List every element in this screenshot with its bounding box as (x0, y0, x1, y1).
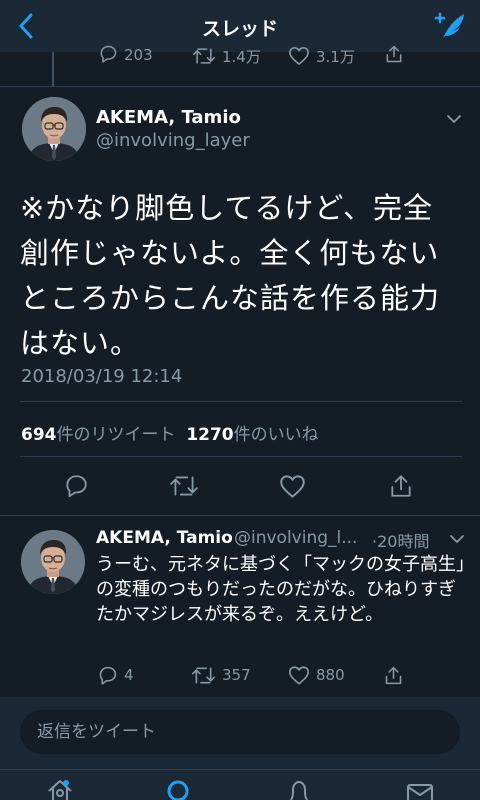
back-arrow-icon (19, 13, 33, 39)
tweet-options-button[interactable] (443, 110, 465, 128)
reply-icon (99, 666, 117, 685)
thread-connector-line (52, 52, 54, 86)
divider (0, 86, 480, 87)
notifications-icon (290, 780, 308, 800)
chevron-down-icon (450, 535, 464, 543)
search-icon (167, 780, 189, 800)
reply-options-button[interactable] (446, 530, 468, 548)
author-handle[interactable]: @involving_layer (96, 130, 250, 151)
retweet-count-label: 件のリツイート (56, 425, 176, 445)
home-icon (48, 780, 72, 800)
reply-retweet-count: 357 (222, 666, 251, 684)
previous-like-count: 3.1万 (316, 48, 355, 66)
reply-button[interactable] (54, 464, 98, 508)
divider (20, 401, 462, 402)
author-name[interactable]: AKEMA, Tamio (96, 107, 241, 128)
like-icon (289, 665, 309, 685)
reply-author-handle[interactable]: @involving_l... (234, 528, 357, 548)
share-icon (385, 666, 402, 684)
back-button[interactable] (8, 8, 44, 44)
tab-notifications[interactable] (279, 776, 319, 800)
reply-icon (100, 45, 117, 63)
retweet-count: 694 (21, 425, 57, 445)
compose-tweet-icon (434, 12, 464, 38)
avatar[interactable] (21, 530, 85, 594)
reply-input[interactable] (20, 710, 460, 754)
tab-search[interactable] (159, 776, 199, 800)
reply-time: ·20時間 (372, 532, 430, 551)
retweet-icon (170, 476, 198, 496)
previous-retweet-count: 1.4万 (222, 48, 261, 66)
like-icon (289, 46, 309, 65)
like-count-label: 件のいいね (233, 425, 319, 445)
retweet-icon (192, 47, 216, 64)
previous-share-button[interactable] (384, 44, 404, 64)
user-portrait-icon (21, 530, 85, 594)
like-button[interactable] (270, 464, 314, 508)
chevron-down-icon (447, 115, 461, 123)
divider (0, 515, 480, 516)
reply-share-button[interactable] (383, 663, 404, 687)
messages-icon (407, 784, 433, 800)
compose-tweet-button[interactable] (430, 8, 470, 44)
like-count: 1270 (186, 425, 234, 445)
reply-reply-count: 4 (124, 666, 134, 684)
tab-messages[interactable] (400, 776, 440, 800)
reply-like-button[interactable]: 880 (288, 663, 345, 687)
avatar[interactable] (22, 97, 86, 161)
retweet-button[interactable] (162, 464, 206, 508)
share-button[interactable] (379, 464, 423, 508)
previous-reply-stat[interactable]: 203 (98, 44, 153, 64)
like-icon (279, 474, 305, 498)
engagement-counts[interactable]: 694件のリツイート 1270件のいいね (21, 420, 319, 445)
user-portrait-icon (22, 97, 86, 161)
tweet-timestamp: 2018/03/19 12:14 (21, 366, 183, 387)
previous-reply-count: 203 (124, 46, 153, 64)
reply-text: うーむ、元ネタに基づく「マックの女子高生」の変種のつもりだったのだがな。ひねりす… (96, 554, 465, 625)
share-icon (386, 45, 402, 63)
tab-home[interactable] (40, 776, 80, 800)
reply-reply-button[interactable]: 4 (97, 663, 134, 687)
reply-icon (66, 475, 87, 498)
reply-like-count: 880 (316, 666, 345, 684)
previous-retweet-stat[interactable]: 1.4万 (192, 44, 261, 67)
previous-like-stat[interactable]: 3.1万 (288, 44, 355, 67)
share-icon (391, 475, 411, 497)
reply-retweet-button[interactable]: 357 (191, 663, 251, 687)
tweet-text: ※かなり脚色してるけど、完全創作じゃないよ。全く何もないところからこんな話を作る… (20, 191, 441, 360)
reply-author-name[interactable]: AKEMA, Tamio (96, 528, 233, 548)
retweet-icon (191, 667, 216, 683)
divider (20, 456, 462, 457)
